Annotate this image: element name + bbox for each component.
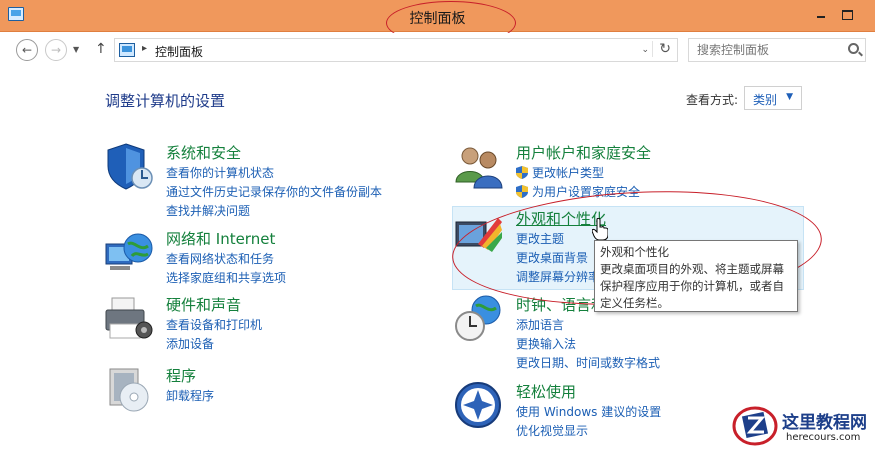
link-add-device[interactable]: 添加设备 [166, 335, 262, 354]
search-icon[interactable] [848, 43, 859, 54]
maximize-button[interactable] [838, 6, 856, 22]
watermark-url: herecours.com [786, 432, 861, 443]
link-change-account-type[interactable]: 更改帐户类型 [516, 164, 640, 183]
ease-of-access-icon[interactable] [454, 381, 504, 431]
network-globe-icon[interactable] [104, 228, 154, 278]
link-network-status[interactable]: 查看网络状态和任务 [166, 250, 286, 269]
back-button[interactable]: ← [16, 39, 38, 61]
category-title[interactable]: 程序 [166, 365, 196, 386]
link-optimize-visual-display[interactable]: 优化视觉显示 [516, 422, 661, 441]
users-icon[interactable] [454, 142, 504, 192]
uac-shield-icon [516, 166, 528, 179]
category-title[interactable]: 轻松使用 [516, 381, 576, 402]
control-panel-icon [119, 43, 135, 57]
breadcrumb-control-panel[interactable]: 控制面板 [155, 43, 203, 60]
recent-locations-dropdown[interactable]: ▼ [73, 45, 79, 54]
search-input[interactable] [689, 39, 839, 61]
caret-down-icon: ▼ [786, 92, 793, 102]
link-troubleshoot[interactable]: 查找并解决问题 [166, 202, 382, 221]
chevron-down-icon[interactable]: ⌄ [641, 45, 649, 55]
minimize-button[interactable] [812, 6, 830, 22]
link-change-input-method[interactable]: 更换输入法 [516, 335, 660, 354]
watermark-logo-icon [732, 406, 778, 446]
link-add-language[interactable]: 添加语言 [516, 316, 660, 335]
category-title[interactable]: 网络和 Internet [166, 228, 275, 249]
programs-disc-icon[interactable] [104, 365, 154, 415]
link-view-computer-status[interactable]: 查看你的计算机状态 [166, 164, 382, 183]
link-label: 更改帐户类型 [532, 166, 605, 180]
view-by-select[interactable]: 类别 ▼ [744, 86, 802, 110]
hand-cursor-icon [592, 218, 608, 240]
chevron-right-icon[interactable]: ▸ [142, 43, 147, 54]
page-title: 调整计算机的设置 [105, 92, 226, 110]
tooltip: 外观和个性化 更改桌面项目的外观、将主题或屏幕保护程序应用于你的计算机，或者自定… [594, 240, 798, 312]
title-bar: 控制面板 [0, 0, 875, 45]
tooltip-body: 更改桌面项目的外观、将主题或屏幕保护程序应用于你的计算机，或者自定义任务栏。 [600, 262, 784, 310]
link-file-history-backup[interactable]: 通过文件历史记录保存你的文件备份副本 [166, 183, 382, 202]
link-uninstall-program[interactable]: 卸载程序 [166, 387, 214, 406]
clock-globe-icon[interactable] [454, 294, 504, 344]
up-arrow-icon[interactable]: ↑ [95, 41, 107, 57]
link-change-date-time-format[interactable]: 更改日期、时间或数字格式 [516, 354, 660, 373]
category-title[interactable]: 系统和安全 [166, 142, 241, 163]
search-box[interactable] [688, 38, 866, 62]
watermark: 这里教程网 herecours.com [726, 402, 875, 449]
shield-icon[interactable] [104, 142, 154, 192]
control-panel-window: 控制面板 ← → ▼ ↑ ▸ 控制面板 ⌄ ↻ 调整计算机的设置 查看方式: 类… [0, 0, 875, 449]
uac-shield-icon [516, 185, 528, 198]
view-by-value: 类别 [753, 93, 778, 107]
forward-button[interactable]: → [45, 39, 67, 61]
address-box[interactable]: ▸ 控制面板 ⌄ ↻ [114, 38, 678, 62]
printer-icon[interactable] [104, 294, 154, 344]
view-by-label: 查看方式: [686, 93, 739, 107]
link-devices-printers[interactable]: 查看设备和打印机 [166, 316, 262, 335]
watermark-title: 这里教程网 [782, 413, 867, 433]
link-homegroup-sharing[interactable]: 选择家庭组和共享选项 [166, 269, 286, 288]
refresh-icon[interactable]: ↻ [652, 41, 671, 57]
category-title[interactable]: 硬件和声音 [166, 294, 241, 315]
tooltip-title: 外观和个性化 [600, 245, 669, 259]
link-recommended-settings[interactable]: 使用 Windows 建议的设置 [516, 403, 661, 422]
navigation-bar: ← → ▼ ↑ ▸ 控制面板 ⌄ ↻ [0, 33, 875, 67]
category-title[interactable]: 用户帐户和家庭安全 [516, 142, 651, 163]
